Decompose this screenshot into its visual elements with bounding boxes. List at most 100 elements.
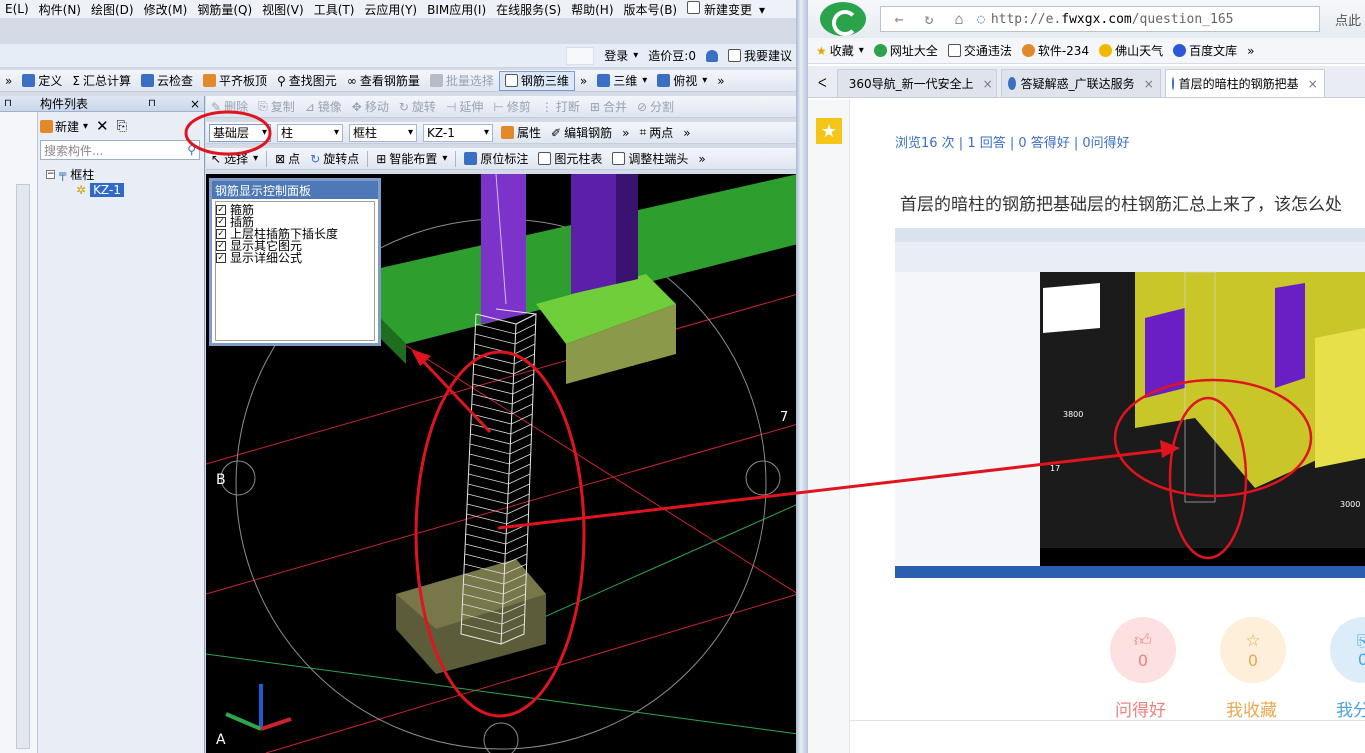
mirror-button[interactable]: ⊿ 镜像 bbox=[300, 97, 347, 117]
type-dropdown[interactable]: 框柱 ▾ bbox=[349, 123, 417, 142]
new-component-button[interactable]: 新建 ▾ bbox=[40, 118, 88, 135]
option-show-formula[interactable]: ✓ 显示详细公式 bbox=[216, 252, 374, 264]
menu-version[interactable]: 版本号(B) bbox=[619, 1, 683, 18]
menu-new-change[interactable]: 新建变更 ▾ bbox=[682, 0, 775, 18]
bookmark-site-list[interactable]: 网址大全 bbox=[873, 42, 938, 59]
component-dropdown[interactable]: KZ-1 ▾ bbox=[423, 123, 493, 142]
chat-icon bbox=[727, 49, 741, 62]
flat-board-button[interactable]: 平齐板顶 bbox=[198, 71, 272, 91]
category-dropdown[interactable]: 柱 ▾ bbox=[277, 123, 343, 142]
vertical-scrollbar[interactable] bbox=[16, 184, 30, 749]
sum-calc-button[interactable]: Σ 汇总计算 bbox=[67, 71, 136, 91]
share-button[interactable]: ⎘ 0 bbox=[1330, 617, 1365, 683]
toolbar-overflow-3[interactable]: » bbox=[712, 71, 729, 91]
menu-edit[interactable]: E(L) bbox=[0, 2, 34, 16]
share-label: 我分 bbox=[1336, 701, 1365, 721]
tab-question[interactable]: 首层的暗柱的钢筋把基 × bbox=[1164, 69, 1325, 97]
favorite-button[interactable]: ☆ 0 bbox=[1220, 617, 1286, 683]
checkbox-checked[interactable]: ✓ bbox=[216, 253, 226, 263]
question-screenshot[interactable]: 3800 3000 17 bbox=[895, 228, 1365, 578]
ask-good-button[interactable]: 👍︎ 0 bbox=[1110, 617, 1176, 683]
favorite-star-icon[interactable]: ★ bbox=[816, 118, 842, 144]
pin-icon[interactable]: ⊓ bbox=[4, 98, 12, 109]
move-button[interactable]: ✥ 移动 bbox=[347, 97, 394, 117]
sigma-icon: Σ bbox=[72, 73, 80, 88]
menu-component[interactable]: 构件(N) bbox=[34, 1, 86, 18]
search-component-input[interactable]: 搜索构件... ⚲ bbox=[40, 140, 200, 160]
find-element-label: 查找图元 bbox=[288, 74, 337, 88]
break-button[interactable]: ⋮ 打断 bbox=[536, 97, 585, 117]
menu-online[interactable]: 在线服务(S) bbox=[491, 1, 566, 18]
bookmark-weather[interactable]: 佛山天气 bbox=[1099, 42, 1163, 59]
view-3d-dropdown[interactable]: 三维 ▾ bbox=[592, 71, 652, 91]
top-view-dropdown[interactable]: 俯视 ▾ bbox=[652, 71, 712, 91]
checkbox-checked[interactable]: ✓ bbox=[216, 217, 226, 227]
bell-icon[interactable] bbox=[705, 49, 718, 62]
rotate-button[interactable]: ↻ 旋转 bbox=[394, 97, 441, 117]
home-icon[interactable]: ⌂ bbox=[947, 8, 971, 30]
adjust-column-end-button[interactable]: 调整柱端头 bbox=[607, 149, 693, 169]
suggest-button[interactable]: 我要建议 bbox=[727, 47, 792, 64]
toolbar-overflow[interactable]: » bbox=[617, 123, 634, 143]
bookmark-software[interactable]: 软件-234 bbox=[1021, 42, 1089, 59]
view-rebar-button[interactable]: ∞ 查看钢筋量 bbox=[342, 71, 425, 91]
pin-icon[interactable]: ⊓ bbox=[148, 98, 156, 109]
menu-rebar-quantity[interactable]: 钢筋量(Q) bbox=[192, 1, 257, 18]
extra-link[interactable]: 点此 bbox=[1335, 10, 1361, 29]
menu-tools[interactable]: 工具(T) bbox=[309, 1, 360, 18]
checkbox-checked[interactable]: ✓ bbox=[216, 205, 226, 215]
bookmark-baidu[interactable]: 百度文库 bbox=[1173, 42, 1237, 59]
menu-draw[interactable]: 绘图(D) bbox=[86, 1, 139, 18]
tab-360-nav[interactable]: 360导航_新一代安全上 × bbox=[836, 69, 997, 97]
back-icon[interactable]: ← bbox=[887, 8, 911, 30]
menu-help[interactable]: 帮助(H) bbox=[566, 1, 618, 18]
rotate-icon: ↻ bbox=[398, 99, 409, 114]
close-icon[interactable]: × bbox=[983, 77, 993, 91]
batch-select-button[interactable]: 批量选择 bbox=[425, 71, 499, 91]
toolbar-overflow-2[interactable]: » bbox=[678, 123, 695, 143]
find-element-button[interactable]: ⚲ 查找图元 bbox=[272, 71, 342, 91]
menu-modify[interactable]: 修改(M) bbox=[139, 1, 193, 18]
element-table-button[interactable]: 图元柱表 bbox=[533, 149, 607, 169]
smart-layout-dropdown[interactable]: ⊞ 智能布置 ▾ bbox=[371, 149, 452, 169]
screen: E(L) 构件(N) 绘图(D) 修改(M) 钢筋量(Q) 视图(V) 工具(T… bbox=[0, 0, 1365, 753]
close-icon[interactable]: × bbox=[1144, 77, 1154, 91]
stirrup-line bbox=[508, 463, 531, 475]
two-point-button[interactable]: ⌗ 两点 bbox=[634, 123, 678, 143]
property-label: 属性 bbox=[517, 126, 542, 140]
rebar-3d-button[interactable]: 钢筋三维 bbox=[498, 70, 575, 91]
cloud-check-button[interactable]: 云检查 bbox=[136, 71, 198, 91]
bookmarks-overflow[interactable]: » bbox=[1247, 44, 1254, 58]
tab-glodon-service[interactable]: 答疑解惑_广联达服务 × bbox=[1000, 69, 1161, 97]
define-button[interactable]: 定义 bbox=[17, 71, 67, 91]
copy-icon[interactable]: ⎘ bbox=[117, 119, 127, 134]
toolbar-overflow[interactable]: » bbox=[693, 149, 710, 169]
property-button[interactable]: 属性 bbox=[496, 123, 546, 143]
login-dropdown[interactable]: 登录 ▾ bbox=[604, 47, 638, 64]
menu-cloud[interactable]: 云应用(Y) bbox=[359, 1, 422, 18]
address-bar[interactable]: ← ↻ ⌂ ◌ http://e.fwxgx.com/question_165 bbox=[880, 6, 1320, 32]
split-button[interactable]: ⊘ 分割 bbox=[632, 97, 679, 117]
tree-root[interactable]: − ╤ 框柱 bbox=[46, 166, 124, 182]
edit-rebar-button[interactable]: ✐ 编辑钢筋 bbox=[546, 123, 617, 143]
refresh-icon[interactable]: ↻ bbox=[917, 8, 941, 30]
toolbar-overflow[interactable]: » bbox=[0, 71, 17, 91]
close-icon[interactable]: × bbox=[1308, 77, 1318, 91]
menu-view[interactable]: 视图(V) bbox=[257, 1, 309, 18]
bookmark-traffic[interactable]: 交通违法 bbox=[947, 42, 1012, 59]
window-divider[interactable] bbox=[796, 0, 808, 753]
origin-label-button[interactable]: 原位标注 bbox=[459, 149, 533, 169]
tab-scroll-left-icon[interactable]: ᐸ bbox=[812, 69, 833, 97]
bookmark-favorites[interactable]: ★ 收藏 ▾ bbox=[816, 42, 864, 59]
menu-bim[interactable]: BIM应用(I) bbox=[422, 1, 491, 18]
extend-button[interactable]: ⊣ 延伸 bbox=[441, 97, 488, 117]
toolbar-overflow-2[interactable]: » bbox=[575, 71, 592, 91]
merge-button[interactable]: ⊞ 合并 bbox=[585, 97, 632, 117]
rotate-point-button[interactable]: ↻ 旋转点 bbox=[305, 149, 364, 169]
collapse-icon[interactable]: − bbox=[46, 169, 55, 179]
delete-icon[interactable]: ✕ bbox=[96, 117, 109, 135]
trim-button[interactable]: ⊢ 修剪 bbox=[488, 97, 535, 117]
tree-item-kz1[interactable]: ✲ KZ-1 bbox=[46, 182, 124, 198]
checkbox-checked[interactable]: ✓ bbox=[216, 241, 226, 251]
checkbox-checked[interactable]: ✓ bbox=[216, 229, 226, 239]
